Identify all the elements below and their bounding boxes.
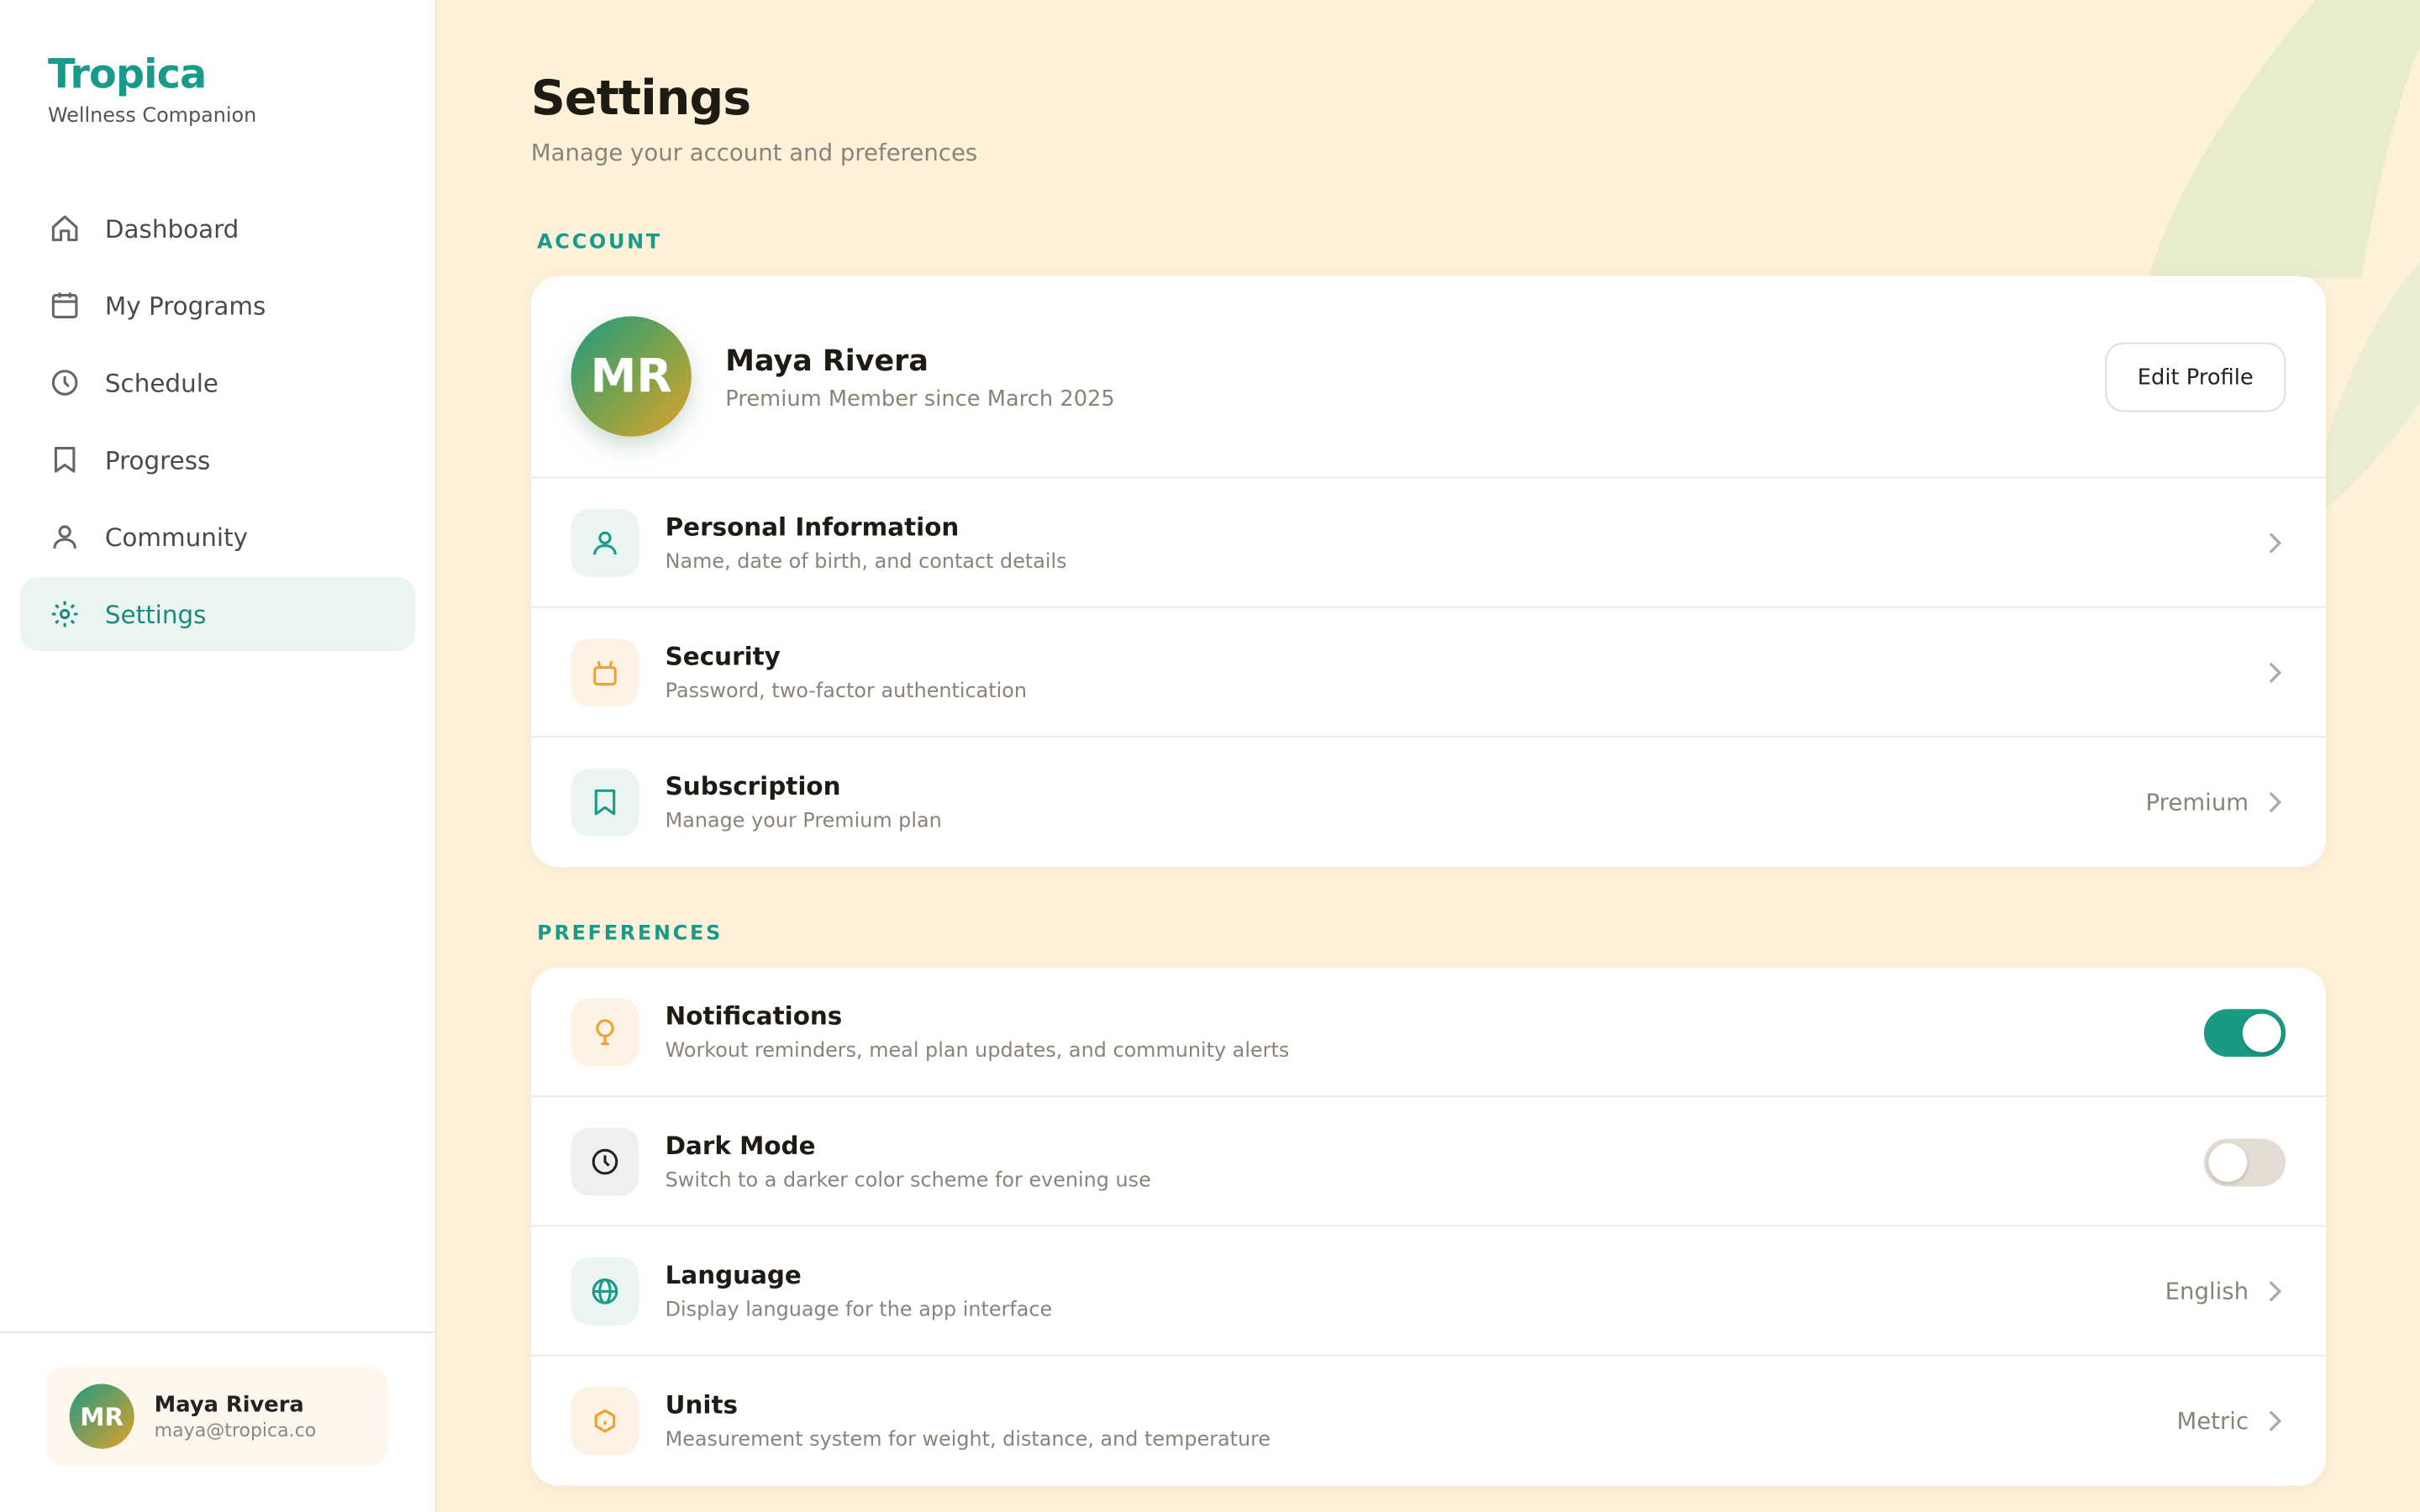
chevron-right-icon <box>2269 1410 2282 1431</box>
clock-icon <box>571 1127 639 1196</box>
settings-row-dark-mode: Dark Mode Switch to a darker color schem… <box>530 1097 2326 1227</box>
sidebar-item-settings[interactable]: Settings <box>19 576 416 652</box>
row-trailing <box>2203 1097 2286 1226</box>
app-window: Tropica Wellness Companion Dashboard My … <box>0 0 2420 1512</box>
row-trailing <box>2264 608 2286 738</box>
profile-row: MR Maya Rivera Premium Member since Marc… <box>530 276 2326 479</box>
profile-name: Maya Rivera <box>725 344 929 378</box>
notifications-toggle[interactable] <box>2203 1008 2286 1057</box>
globe-icon <box>571 1257 639 1326</box>
row-title: Language <box>665 1260 802 1290</box>
section-label-account: ACCOUNT <box>537 231 662 255</box>
sidebar-item-label: Dashboard <box>104 213 239 244</box>
account-card: MR Maya Rivera Premium Member since Marc… <box>530 276 2326 868</box>
avatar: MR <box>571 316 692 437</box>
bookmark-icon <box>571 768 639 837</box>
user-name: Maya Rivera <box>154 1392 304 1418</box>
sidebar-item-label: Community <box>104 522 248 552</box>
row-title: Notifications <box>665 1001 843 1031</box>
sidebar-item-label: My Programs <box>104 291 266 321</box>
toggle-knob <box>2208 1142 2248 1182</box>
sidebar-item-progress[interactable]: Progress <box>20 423 415 496</box>
cube-icon <box>571 1387 639 1456</box>
calendar-icon <box>48 288 82 322</box>
row-title: Dark Mode <box>665 1131 816 1161</box>
settings-row-personal-information[interactable]: Personal Information Name, date of birth… <box>530 478 2326 608</box>
sidebar-item-label: Progress <box>104 444 211 475</box>
sidebar: Tropica Wellness Companion Dashboard My … <box>0 0 437 1512</box>
sidebar-item-my-programs[interactable]: My Programs <box>20 269 415 343</box>
avatar: MR <box>69 1383 134 1449</box>
sidebar-nav: Dashboard My Programs Schedule Progress <box>19 192 416 654</box>
sidebar-item-label: Settings <box>104 599 207 629</box>
row-title: Units <box>665 1389 739 1420</box>
subscription-value: Premium <box>2145 788 2249 816</box>
settings-row-units[interactable]: Units Measurement system for weight, dis… <box>531 1356 2326 1485</box>
settings-row-subscription[interactable]: Subscription Manage your Premium plan Pr… <box>531 738 2326 867</box>
page-title: Settings <box>530 71 751 127</box>
brand: Tropica Wellness Companion <box>48 52 256 128</box>
row-trailing <box>2203 968 2286 1097</box>
row-description: Password, two-factor authentication <box>665 680 1028 704</box>
row-title: Subscription <box>665 771 841 801</box>
settings-row-language[interactable]: Language Display language for the app in… <box>530 1226 2326 1357</box>
row-description: Workout reminders, meal plan updates, an… <box>665 1039 1290 1063</box>
user-card[interactable]: MR Maya Rivera maya@tropica.co <box>46 1367 388 1466</box>
chevron-right-icon <box>2269 791 2282 813</box>
home-icon <box>48 212 82 245</box>
bookmark-icon <box>48 443 82 476</box>
chevron-right-icon <box>2269 662 2282 684</box>
profile-membership: Premium Member since March 2025 <box>725 387 1115 412</box>
row-title: Personal Information <box>665 512 960 542</box>
chevron-right-icon <box>2269 533 2282 554</box>
row-trailing: Premium <box>2146 738 2286 867</box>
user-email: maya@tropica.co <box>154 1418 317 1441</box>
gear-icon <box>48 597 82 631</box>
toggle-knob <box>2242 1012 2281 1052</box>
row-description: Manage your Premium plan <box>665 810 942 833</box>
page-subtitle: Manage your account and preferences <box>530 139 978 167</box>
row-trailing: English <box>2165 1226 2286 1356</box>
language-value: English <box>2165 1277 2249 1305</box>
sidebar-item-label: Schedule <box>104 368 218 397</box>
dark-mode-toggle[interactable] <box>2203 1137 2286 1186</box>
user-icon <box>571 509 639 577</box>
edit-profile-button[interactable]: Edit Profile <box>2105 342 2286 412</box>
row-description: Name, date of birth, and contact details <box>665 550 1067 575</box>
bulb-icon <box>571 998 639 1067</box>
sidebar-footer: MR Maya Rivera maya@tropica.co <box>0 1331 437 1512</box>
brand-logo[interactable]: Tropica <box>48 52 256 98</box>
brand-tagline: Wellness Companion <box>47 104 257 129</box>
sidebar-item-schedule[interactable]: Schedule <box>20 345 415 419</box>
chevron-right-icon <box>2269 1281 2282 1302</box>
row-description: Display language for the app interface <box>665 1299 1053 1323</box>
sidebar-item-community[interactable]: Community <box>20 500 415 574</box>
section-label-preferences: PREFERENCES <box>537 922 723 946</box>
row-trailing: Metric <box>2176 1356 2286 1485</box>
units-value: Metric <box>2176 1407 2249 1436</box>
settings-row-notifications: Notifications Workout reminders, meal pl… <box>530 968 2326 1097</box>
row-trailing <box>2264 478 2286 607</box>
row-description: Measurement system for weight, distance,… <box>665 1428 1271 1452</box>
settings-row-security[interactable]: Security Password, two-factor authentica… <box>530 608 2326 738</box>
row-description: Switch to a darker color scheme for even… <box>665 1169 1151 1193</box>
clock-icon <box>48 365 82 399</box>
user-icon <box>48 520 82 554</box>
sidebar-item-dashboard[interactable]: Dashboard <box>20 192 415 265</box>
preferences-card: Notifications Workout reminders, meal pl… <box>530 967 2326 1486</box>
lock-icon <box>571 638 639 707</box>
row-title: Security <box>665 642 781 671</box>
